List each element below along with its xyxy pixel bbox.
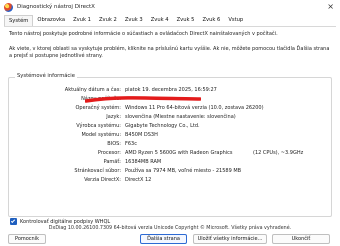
whql-checkbox[interactable] bbox=[10, 218, 17, 225]
tab-input[interactable]: Vstup bbox=[224, 15, 247, 26]
info-label: Stránkovací súbor: bbox=[74, 168, 121, 174]
info-row-os: Operačný systém: Windows 11 Pro 64-bitov… bbox=[9, 105, 331, 112]
exit-button[interactable]: Ukončiť bbox=[272, 234, 330, 244]
tab-sound-2[interactable]: Zvuk 2 bbox=[95, 15, 121, 26]
info-value: Používa sa 7974 MB, voľné miesto - 21589… bbox=[125, 168, 242, 174]
next-page-button[interactable]: Ďalšia strana bbox=[140, 234, 187, 244]
info-value-cpu-count: (12 CPUs), ~3.9GHz bbox=[253, 150, 304, 156]
close-icon[interactable]: × bbox=[327, 2, 334, 12]
info-label: Jazyk: bbox=[106, 114, 121, 120]
info-row-manufacturer: Výrobca systému: Gigabyte Technology Co.… bbox=[9, 123, 331, 130]
info-row-pagefile: Stránkovací súbor: Používa sa 7974 MB, v… bbox=[9, 168, 331, 175]
info-row-datetime: Aktuálny dátum a čas: piatok 19. decembr… bbox=[9, 87, 331, 94]
info-value: B450M DS3H bbox=[125, 132, 158, 138]
whql-checkbox-label: Kontrolovať digitálne podpisy WHQL bbox=[20, 218, 111, 225]
info-label: Verzia DirectX: bbox=[84, 177, 121, 183]
tab-system[interactable]: Systém bbox=[4, 15, 34, 26]
tab-sound-4[interactable]: Zvuk 4 bbox=[147, 15, 173, 26]
title-bar: Diagnostický nástroj DirectX × bbox=[0, 0, 340, 14]
system-info-title: Systémové informácie bbox=[15, 73, 77, 79]
info-value: F63c bbox=[125, 141, 137, 147]
tab-sound-6[interactable]: Zvuk 6 bbox=[198, 15, 224, 26]
info-label: Výrobca systému: bbox=[76, 123, 121, 129]
info-label: Pamäť: bbox=[103, 159, 121, 165]
info-row-directx: Verzia DirectX: DirectX 12 bbox=[9, 177, 331, 184]
info-label: Model systému: bbox=[81, 132, 121, 138]
tab-display[interactable]: Obrazovka bbox=[33, 15, 69, 26]
save-all-button[interactable]: Uložiť všetky informácie... bbox=[193, 234, 267, 244]
info-row-processor: Procesor: AMD Ryzen 5 5600G with Radeon … bbox=[9, 150, 331, 157]
info-value: piatok 19. decembra 2025, 16:59:27 bbox=[125, 87, 217, 93]
info-value: 16384MB RAM bbox=[125, 159, 162, 165]
instructions-text: Ak viete, v ktorej oblasti sa vyskytuje … bbox=[9, 46, 330, 59]
red-scribble-annotation bbox=[85, 96, 201, 103]
intro-text: Tento nástroj poskytuje podrobné informá… bbox=[9, 31, 278, 37]
tab-sound-1[interactable]: Zvuk 1 bbox=[69, 15, 95, 26]
info-value: AMD Ryzen 5 5600G with Radeon Graphics bbox=[125, 150, 233, 156]
info-value: DirectX 12 bbox=[125, 177, 152, 183]
info-value: Windows 11 Pro 64-bitová verzia (10.0, z… bbox=[125, 105, 264, 111]
directx-app-icon bbox=[4, 2, 13, 12]
tab-strip: Systém Obrazovka Zvuk 1 Zvuk 2 Zvuk 3 Zv… bbox=[4, 15, 247, 26]
info-row-bios: BIOS: F63c bbox=[9, 141, 331, 148]
info-label: Operačný systém: bbox=[75, 105, 121, 111]
info-label: Procesor: bbox=[97, 150, 121, 156]
info-row-language: Jazyk: slovenčina (Miestne nastavenie: s… bbox=[9, 114, 331, 121]
whql-checkbox-row[interactable]: Kontrolovať digitálne podpisy WHQL bbox=[10, 218, 110, 225]
info-value: Gigabyte Technology Co., Ltd. bbox=[125, 123, 200, 129]
copyright-text: DxDiag 10.00.26100.7309 64-bitová verzia… bbox=[48, 226, 292, 231]
info-row-memory: Pamäť: 16384MB RAM bbox=[9, 159, 331, 166]
info-value: slovenčina (Miestne nastavenie: slovenči… bbox=[125, 114, 236, 120]
help-button[interactable]: Pomocník bbox=[8, 234, 46, 244]
dxdiag-window: Diagnostický nástroj DirectX × Systém Ob… bbox=[0, 0, 340, 246]
info-label: Aktuálny dátum a čas: bbox=[64, 87, 121, 93]
tab-divider bbox=[4, 26, 336, 27]
tab-sound-5[interactable]: Zvuk 5 bbox=[173, 15, 199, 26]
window-title: Diagnostický nástroj DirectX bbox=[17, 4, 95, 10]
tab-sound-3[interactable]: Zvuk 3 bbox=[121, 15, 147, 26]
info-row-model: Model systému: B450M DS3H bbox=[9, 132, 331, 139]
info-label: BIOS: bbox=[107, 141, 121, 147]
